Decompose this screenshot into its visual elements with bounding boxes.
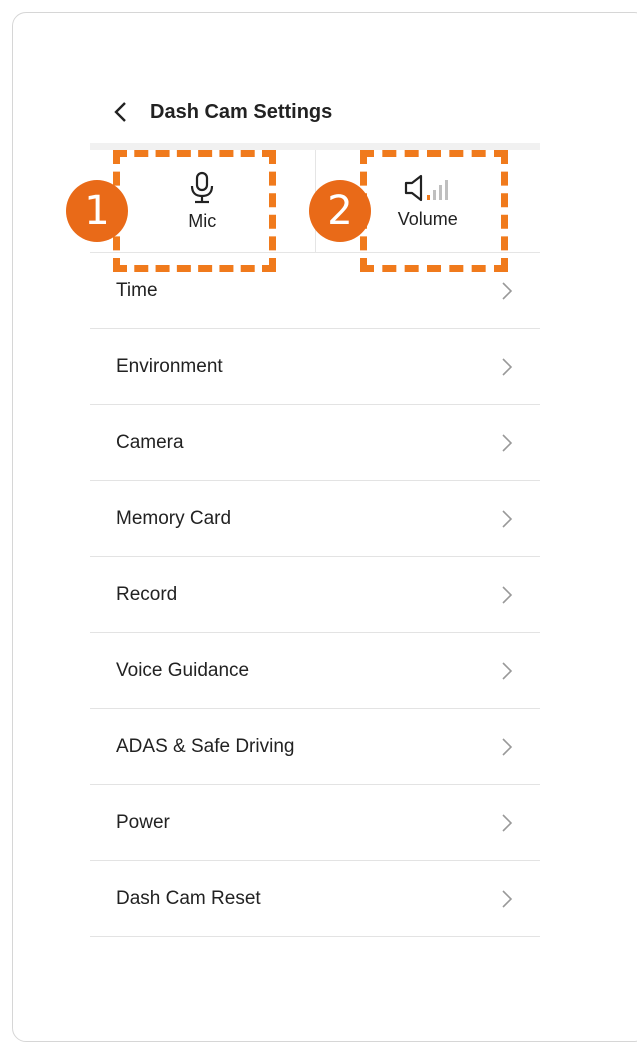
chevron-left-icon (114, 102, 126, 122)
menu-item-label: Memory Card (116, 507, 232, 529)
menu-item-memory-card[interactable]: Memory Card (90, 481, 540, 557)
menu-item-label: Voice Guidance (116, 659, 250, 681)
chevron-right-icon (502, 509, 513, 528)
volume-label: Volume (397, 208, 458, 229)
microphone-icon (191, 171, 214, 203)
menu-item-voice-guidance[interactable]: Voice Guidance (90, 633, 540, 709)
settings-menu: Time Environment Camera Memory Card Reco… (90, 253, 540, 937)
header: Dash Cam Settings (108, 92, 548, 132)
menu-item-label: Time (116, 279, 158, 301)
page-title: Dash Cam Settings (150, 100, 333, 123)
mic-label: Mic (188, 210, 217, 231)
chevron-right-icon (502, 661, 513, 680)
menu-item-label: Environment (116, 355, 223, 377)
chevron-right-icon (502, 281, 513, 300)
annotation-badge-1: 1 (66, 180, 128, 242)
annotation-badge-2: 2 (309, 180, 371, 242)
menu-item-time[interactable]: Time (90, 253, 540, 329)
menu-item-power[interactable]: Power (90, 785, 540, 861)
menu-item-camera[interactable]: Camera (90, 405, 540, 481)
menu-item-label: Power (116, 811, 170, 833)
chevron-right-icon (502, 357, 513, 376)
chevron-right-icon (502, 433, 513, 452)
menu-item-label: ADAS & Safe Driving (116, 735, 295, 757)
speaker-volume-icon (404, 174, 448, 201)
menu-item-label: Record (116, 583, 178, 605)
chevron-right-icon (502, 737, 513, 756)
menu-item-label: Camera (116, 431, 184, 453)
menu-item-record[interactable]: Record (90, 557, 540, 633)
menu-item-dash-cam-reset[interactable]: Dash Cam Reset (90, 861, 540, 937)
chevron-right-icon (502, 889, 513, 908)
chevron-right-icon (502, 585, 513, 604)
chevron-right-icon (502, 813, 513, 832)
menu-item-environment[interactable]: Environment (90, 329, 540, 405)
menu-item-adas[interactable]: ADAS & Safe Driving (90, 709, 540, 785)
back-button[interactable] (108, 100, 132, 124)
menu-item-label: Dash Cam Reset (116, 887, 261, 909)
